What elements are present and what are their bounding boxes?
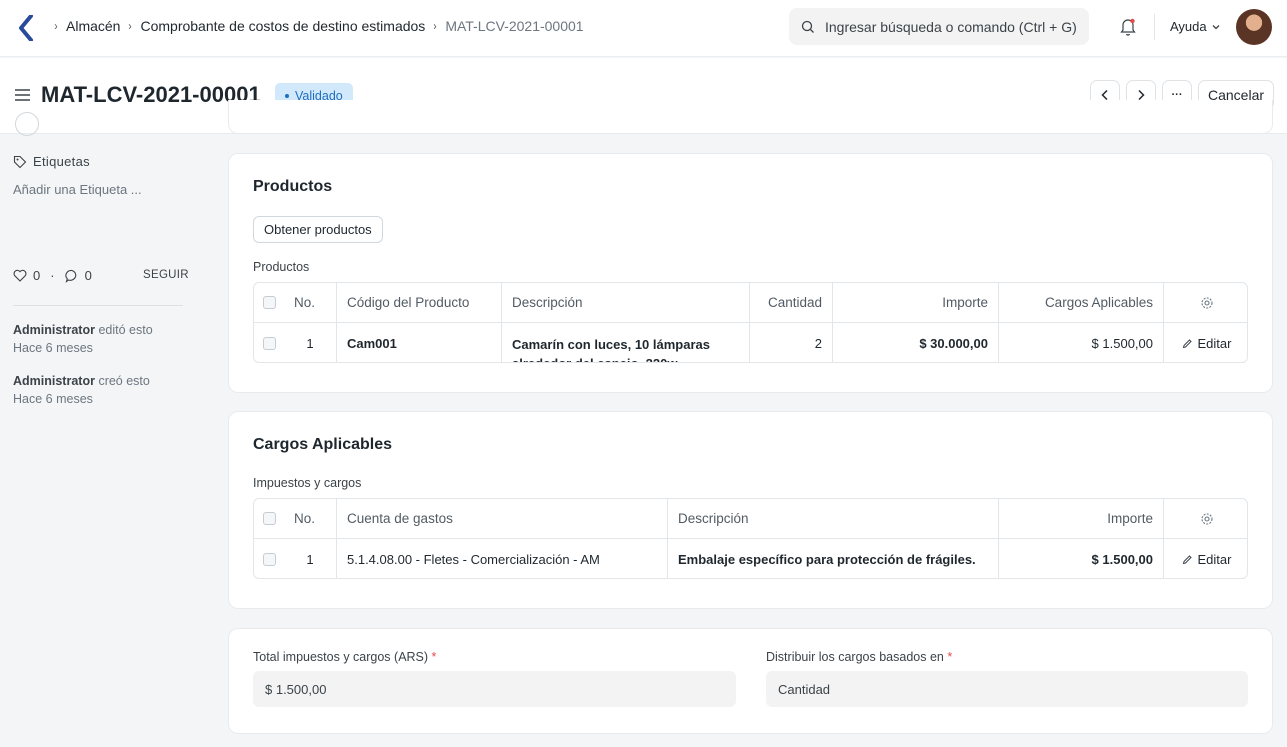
- table-label: Productos: [253, 260, 310, 274]
- row-amount[interactable]: $ 30.000,00: [833, 323, 999, 362]
- grid-settings-icon[interactable]: [1164, 499, 1247, 538]
- col-amount: Importe: [999, 499, 1164, 538]
- breadcrumb: › Almacén › Comprobante de costos de des…: [50, 18, 583, 34]
- search-icon: [801, 20, 814, 33]
- row-item-code[interactable]: Cam001: [337, 323, 502, 362]
- tags-heading: Etiquetas: [13, 154, 90, 169]
- col-charges: Cargos Aplicables: [999, 283, 1164, 322]
- table-row[interactable]: 1 Cam001 Camarín con luces, 10 lámparas …: [254, 323, 1247, 362]
- activity-item: Administrator creó esto Hace 6 meses: [13, 372, 150, 408]
- col-no: No.: [284, 283, 337, 322]
- row-expense-account[interactable]: 5.1.4.08.00 - Fletes - Comercialización …: [337, 539, 668, 578]
- table-label: Impuestos y cargos: [253, 476, 362, 490]
- row-amount[interactable]: $ 1.500,00: [999, 539, 1164, 578]
- add-tag-link[interactable]: Añadir una Etiqueta ...: [13, 182, 142, 197]
- social-stats: 0 · 0: [13, 268, 92, 283]
- col-expense-account: Cuenta de gastos: [337, 499, 668, 538]
- row-checkbox[interactable]: [254, 323, 284, 362]
- row-edit-button[interactable]: Editar: [1164, 539, 1247, 578]
- col-description: Descripción: [668, 499, 999, 538]
- tags-label: Etiquetas: [33, 154, 90, 169]
- previous-section-card: [228, 100, 1273, 134]
- totals-section: Total impuestos y cargos (ARS) * $ 1.500…: [228, 628, 1273, 734]
- table-header-row: No. Código del Producto Descripción Cant…: [254, 283, 1247, 323]
- get-items-button[interactable]: Obtener productos: [253, 216, 383, 243]
- col-qty: Cantidad: [750, 283, 833, 322]
- breadcrumb-current[interactable]: MAT-LCV-2021-00001: [445, 18, 583, 34]
- taxes-table: No. Cuenta de gastos Descripción Importe…: [253, 498, 1248, 579]
- divider: [13, 305, 183, 306]
- activity-action: creó esto: [98, 374, 150, 388]
- edit-label: Editar: [1197, 335, 1232, 351]
- activity-item: Administrator editó esto Hace 6 meses: [13, 321, 153, 357]
- notification-bell-icon[interactable]: [1119, 17, 1137, 37]
- chevron-right-icon: ›: [54, 19, 58, 33]
- activity-time: Hace 6 meses: [13, 392, 93, 406]
- distribute-field-label: Distribuir los cargos basados en *: [766, 650, 952, 664]
- navbar: › Almacén › Comprobante de costos de des…: [0, 0, 1287, 57]
- activity-action: editó esto: [98, 323, 153, 337]
- breadcrumb-doctype[interactable]: Comprobante de costos de destino estimad…: [140, 18, 425, 34]
- cargos-section: Cargos Aplicables Impuestos y cargos No.…: [228, 411, 1273, 609]
- section-title: Cargos Aplicables: [253, 436, 393, 453]
- col-item-code: Código del Producto: [337, 283, 502, 322]
- distribute-label-text: Distribuir los cargos basados en: [766, 650, 944, 664]
- col-description: Descripción: [502, 283, 750, 322]
- pencil-icon: [1182, 554, 1192, 564]
- activity-user[interactable]: Administrator: [13, 323, 95, 337]
- pencil-icon: [1182, 338, 1192, 348]
- likes-count: 0: [33, 268, 41, 283]
- help-dropdown[interactable]: Ayuda: [1170, 19, 1221, 34]
- follow-button[interactable]: SEGUIR: [143, 269, 189, 281]
- divider: [1154, 14, 1155, 40]
- grid-settings-icon[interactable]: [1164, 283, 1247, 322]
- chevron-right-icon: ›: [433, 19, 437, 33]
- chevron-down-icon: [1212, 24, 1220, 29]
- sidebar-toggle-icon[interactable]: [14, 88, 31, 102]
- activity-user[interactable]: Administrator: [13, 374, 95, 388]
- row-description[interactable]: Camarín con luces, 10 lámparas alrededor…: [502, 323, 750, 362]
- help-label: Ayuda: [1170, 19, 1207, 34]
- select-all-checkbox[interactable]: [254, 499, 284, 538]
- row-charges[interactable]: $ 1.500,00: [999, 323, 1164, 362]
- comments-count: 0: [84, 268, 92, 283]
- section-title: Productos: [253, 178, 333, 195]
- items-table: No. Código del Producto Descripción Cant…: [253, 282, 1248, 363]
- required-mark: *: [431, 650, 437, 664]
- search-placeholder: Ingresar búsqueda o comando (Ctrl + G): [825, 18, 1077, 35]
- col-amount: Importe: [833, 283, 999, 322]
- total-field-label: Total impuestos y cargos (ARS) *: [253, 650, 436, 664]
- app-logo-icon[interactable]: [17, 15, 37, 41]
- total-label-text: Total impuestos y cargos (ARS): [253, 650, 429, 664]
- row-no: 1: [284, 539, 337, 578]
- chevron-right-icon: ›: [128, 19, 133, 33]
- edit-label: Editar: [1197, 551, 1232, 567]
- distribute-charges-select[interactable]: Cantidad: [766, 671, 1248, 707]
- tag-icon: [13, 155, 27, 168]
- table-header-row: No. Cuenta de gastos Descripción Importe: [254, 499, 1247, 539]
- search-input[interactable]: Ingresar búsqueda o comando (Ctrl + G): [789, 8, 1089, 45]
- row-edit-button[interactable]: Editar: [1164, 323, 1247, 362]
- breadcrumb-almacen[interactable]: Almacén: [66, 18, 120, 34]
- sidebar-avatar-partial: [15, 112, 39, 136]
- select-all-checkbox[interactable]: [254, 283, 284, 322]
- avatar[interactable]: [1236, 9, 1272, 45]
- separator-dot: ·: [50, 268, 55, 283]
- total-taxes-field[interactable]: $ 1.500,00: [253, 671, 736, 707]
- row-description[interactable]: Embalaje específico para protección de f…: [668, 539, 999, 578]
- heart-icon[interactable]: [13, 269, 27, 282]
- table-row[interactable]: 1 5.1.4.08.00 - Fletes - Comercializació…: [254, 539, 1247, 578]
- row-qty[interactable]: 2: [750, 323, 833, 362]
- col-no: No.: [284, 499, 337, 538]
- productos-section: Productos Obtener productos Productos No…: [228, 153, 1273, 393]
- activity-time: Hace 6 meses: [13, 341, 93, 355]
- required-mark: *: [947, 650, 953, 664]
- row-no: 1: [284, 323, 337, 362]
- row-checkbox[interactable]: [254, 539, 284, 578]
- comment-icon[interactable]: [64, 269, 79, 283]
- status-dot-icon: [285, 93, 289, 98]
